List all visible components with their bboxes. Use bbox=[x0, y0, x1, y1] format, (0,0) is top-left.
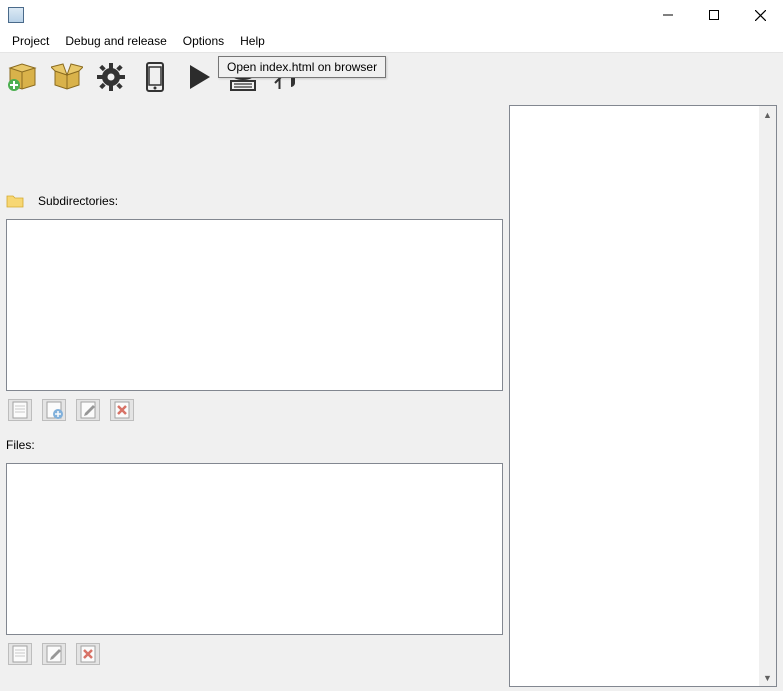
right-pane: ▲ ▼ bbox=[507, 101, 783, 691]
content-area: Subdirectories: Files: bbox=[0, 101, 783, 691]
open-project-button[interactable] bbox=[50, 60, 84, 94]
page-edit-icon bbox=[79, 401, 97, 419]
toolbar bbox=[0, 53, 783, 101]
folder-icon bbox=[6, 193, 24, 209]
scroll-up-icon[interactable]: ▲ bbox=[759, 106, 776, 123]
menu-debug-release[interactable]: Debug and release bbox=[57, 32, 174, 50]
menu-options[interactable]: Options bbox=[175, 32, 232, 50]
box-open-icon bbox=[51, 61, 83, 93]
settings-button[interactable] bbox=[94, 60, 128, 94]
titlebar bbox=[0, 0, 783, 30]
files-header: Files: bbox=[6, 433, 503, 457]
subdirectories-list[interactable] bbox=[6, 219, 503, 391]
run-button[interactable] bbox=[182, 60, 216, 94]
scroll-down-icon[interactable]: ▼ bbox=[759, 669, 776, 686]
subdir-add-button[interactable] bbox=[42, 399, 66, 421]
maximize-button[interactable] bbox=[691, 0, 737, 30]
app-window: Project Debug and release Options Help O… bbox=[0, 0, 783, 691]
subdirs-label: Subdirectories: bbox=[38, 194, 118, 208]
tooltip: Open index.html on browser bbox=[218, 56, 386, 78]
page-edit-icon bbox=[45, 645, 63, 663]
files-label: Files: bbox=[6, 438, 35, 452]
menu-help[interactable]: Help bbox=[232, 32, 273, 50]
scrollbar[interactable]: ▲ ▼ bbox=[759, 106, 776, 686]
minimize-button[interactable] bbox=[645, 0, 691, 30]
file-new-button[interactable] bbox=[8, 643, 32, 665]
subdir-new-button[interactable] bbox=[8, 399, 32, 421]
subdirs-header: Subdirectories: bbox=[6, 189, 503, 213]
play-icon bbox=[183, 61, 215, 93]
page-delete-icon bbox=[79, 645, 97, 663]
subdir-edit-button[interactable] bbox=[76, 399, 100, 421]
file-actions bbox=[6, 635, 503, 677]
page-icon bbox=[11, 401, 29, 419]
output-list[interactable]: ▲ ▼ bbox=[509, 105, 777, 687]
page-icon bbox=[11, 645, 29, 663]
device-button[interactable] bbox=[138, 60, 172, 94]
subdir-delete-button[interactable] bbox=[110, 399, 134, 421]
gear-icon bbox=[95, 61, 127, 93]
close-button[interactable] bbox=[737, 0, 783, 30]
subdir-actions bbox=[6, 391, 503, 433]
page-plus-icon bbox=[45, 401, 63, 419]
left-pane: Subdirectories: Files: bbox=[0, 101, 507, 691]
menubar: Project Debug and release Options Help bbox=[0, 30, 783, 53]
app-icon bbox=[8, 7, 24, 23]
file-edit-button[interactable] bbox=[42, 643, 66, 665]
menu-project[interactable]: Project bbox=[4, 32, 57, 50]
new-project-button[interactable] bbox=[6, 60, 40, 94]
phone-icon bbox=[139, 61, 171, 93]
page-delete-icon bbox=[113, 401, 131, 419]
files-list[interactable] bbox=[6, 463, 503, 635]
box-plus-icon bbox=[7, 61, 39, 93]
file-delete-button[interactable] bbox=[76, 643, 100, 665]
